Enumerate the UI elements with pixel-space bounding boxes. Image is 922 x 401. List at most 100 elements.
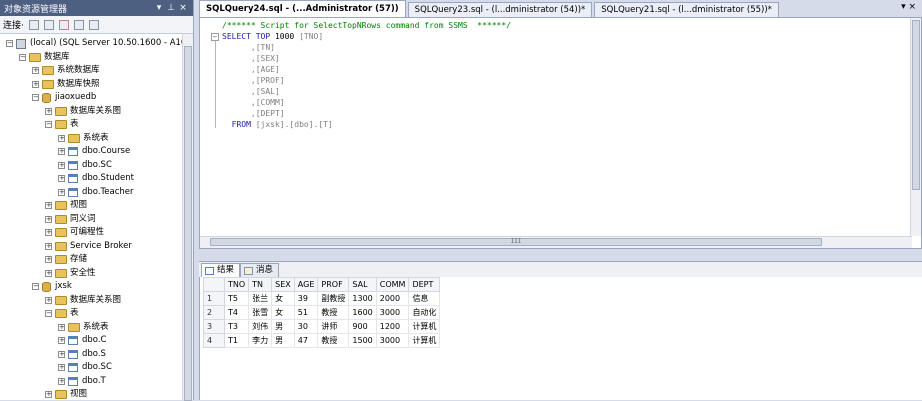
tree-node[interactable]: + 视图 <box>45 388 87 400</box>
table-cell[interactable]: 自动化 <box>408 305 441 320</box>
table-cell[interactable]: 47 <box>293 333 319 348</box>
tree-node[interactable]: − (local) (SQL Server 10.50.1600 - A105-0… <box>6 37 182 50</box>
table-row[interactable]: 1 T5 张兰女 39 副教授 1300 2000 信息 <box>203 291 441 306</box>
column-header[interactable]: SEX <box>271 277 295 292</box>
column-header[interactable]: TN <box>248 277 273 292</box>
table-cell[interactable]: 39 <box>293 291 319 306</box>
tree-node[interactable]: + dbo.SC <box>58 159 112 172</box>
column-header[interactable]: AGE <box>293 277 319 292</box>
collapse-icon[interactable]: − <box>19 53 26 61</box>
tab-sqlquery24[interactable]: SQLQuery24.sql - (...Administrator (57)) <box>199 0 406 17</box>
table-cell[interactable]: 1600 <box>348 305 377 320</box>
expand-icon[interactable]: + <box>45 391 52 398</box>
tree-node[interactable]: + 数据库快照 <box>32 78 100 91</box>
table-cell[interactable]: 女 <box>271 305 295 320</box>
tree-node[interactable]: + dbo.Teacher <box>58 186 134 199</box>
expand-icon[interactable]: + <box>32 67 39 74</box>
expand-icon[interactable]: + <box>58 175 65 182</box>
tab-sqlquery23[interactable]: SQLQuery23.sql - (l...dministrator (54))… <box>407 2 593 17</box>
tree-node[interactable]: + dbo.S <box>58 348 106 361</box>
pin-icon[interactable]: ⊥ <box>165 3 177 13</box>
tree-node[interactable]: + 同义词 <box>45 213 96 226</box>
tree-node[interactable]: + 系统表 <box>58 321 109 334</box>
table-cell[interactable]: 1200 <box>375 319 410 334</box>
column-header[interactable]: PROF <box>317 277 350 292</box>
stop-icon[interactable] <box>58 19 69 30</box>
tree-node[interactable]: + 数据库关系图 <box>45 294 121 307</box>
disconnect-icon[interactable] <box>43 19 54 30</box>
tree-node[interactable]: + dbo.C <box>58 334 106 347</box>
table-cell[interactable]: 教授 <box>317 333 350 348</box>
table-cell[interactable]: 3000 <box>375 333 410 348</box>
row-number[interactable]: 4 <box>203 333 225 348</box>
editor-vscroll-thumb[interactable] <box>912 20 920 190</box>
table-cell[interactable]: 信息 <box>408 291 441 306</box>
expand-icon[interactable]: + <box>45 215 52 223</box>
expand-icon[interactable]: + <box>45 202 52 209</box>
table-cell[interactable]: 李力 <box>248 333 273 348</box>
tree-node[interactable]: + dbo.Course <box>58 145 130 158</box>
table-cell[interactable]: 51 <box>293 305 319 320</box>
expand-icon[interactable]: + <box>45 107 52 115</box>
table-cell[interactable]: T3 <box>223 319 250 334</box>
filter-icon[interactable] <box>73 19 84 30</box>
tree-node[interactable]: + dbo.Student <box>58 172 134 185</box>
table-row[interactable]: 2 T4 张雪女 51 教授 1600 3000 自动化 <box>203 305 441 320</box>
table-cell[interactable]: 1500 <box>348 333 377 348</box>
collapse-icon[interactable]: − <box>45 121 52 128</box>
collapse-icon[interactable]: − <box>45 310 52 317</box>
tab-results[interactable]: 结果 <box>201 263 241 277</box>
tree-node[interactable]: − 数据库 <box>19 51 70 64</box>
table-cell[interactable]: 副教授 <box>317 291 350 306</box>
tree-node[interactable]: + 数据库关系图 <box>45 105 121 118</box>
tree-node[interactable]: + 视图 <box>45 199 87 212</box>
tab-messages[interactable]: 消息 <box>240 263 280 277</box>
tree-node[interactable]: − 表 <box>45 118 79 131</box>
expand-icon[interactable]: + <box>58 134 65 142</box>
table-cell[interactable]: 男 <box>271 333 295 348</box>
editor-horizontal-scrollbar[interactable]: III <box>200 236 912 248</box>
table-cell[interactable]: 男 <box>271 319 295 334</box>
tree-node[interactable]: + 安全性 <box>45 267 96 280</box>
tree-node[interactable]: + 可编程性 <box>45 226 104 239</box>
expand-icon[interactable]: + <box>45 296 52 304</box>
column-header[interactable]: DEPT <box>408 277 441 292</box>
tree-node[interactable]: − 表 <box>45 307 79 320</box>
expand-icon[interactable]: + <box>58 188 65 196</box>
connect-button[interactable]: 连接· <box>3 18 24 31</box>
table-cell[interactable]: 张兰 <box>248 291 273 306</box>
table-cell[interactable]: 900 <box>348 319 377 334</box>
grid-corner[interactable] <box>203 277 225 292</box>
tree-node[interactable]: + Service Broker <box>45 240 132 253</box>
table-cell[interactable]: 2000 <box>375 291 410 306</box>
table-cell[interactable]: 刘伟 <box>248 319 273 334</box>
collapse-icon[interactable]: − <box>211 33 219 41</box>
tree-node[interactable]: + 系统数据库 <box>32 64 100 77</box>
expand-icon[interactable]: + <box>58 377 65 385</box>
expand-icon[interactable]: + <box>58 323 65 331</box>
expand-icon[interactable]: + <box>45 269 52 277</box>
row-number[interactable]: 3 <box>203 319 225 334</box>
tree-scrollbar-thumb[interactable] <box>184 46 192 401</box>
table-cell[interactable]: 计算机 <box>408 319 441 334</box>
expand-icon[interactable]: + <box>45 242 52 250</box>
expand-icon[interactable]: + <box>58 364 65 371</box>
tree-node[interactable]: + dbo.SC <box>58 361 112 374</box>
table-row[interactable]: 4 T1 李力男 47 教授 1500 3000 计算机 <box>203 333 441 348</box>
tree-node[interactable]: + dbo.T <box>58 375 106 388</box>
table-cell[interactable]: T4 <box>223 305 250 320</box>
tab-list-close[interactable]: ▾ × <box>901 2 916 12</box>
expand-icon[interactable]: + <box>58 350 65 358</box>
collapse-icon[interactable]: − <box>6 40 13 47</box>
table-cell[interactable]: 教授 <box>317 305 350 320</box>
expand-icon[interactable]: + <box>32 80 39 88</box>
refresh-icon[interactable] <box>88 19 99 30</box>
expand-icon[interactable]: + <box>45 256 52 263</box>
row-number[interactable]: 1 <box>203 291 225 306</box>
column-header[interactable]: TNO <box>223 277 250 292</box>
table-cell[interactable]: 1300 <box>348 291 377 306</box>
table-cell[interactable]: 女 <box>271 291 295 306</box>
expand-icon[interactable]: + <box>58 161 65 169</box>
row-number[interactable]: 2 <box>203 305 225 320</box>
tree-node[interactable]: + 存储 <box>45 253 87 266</box>
